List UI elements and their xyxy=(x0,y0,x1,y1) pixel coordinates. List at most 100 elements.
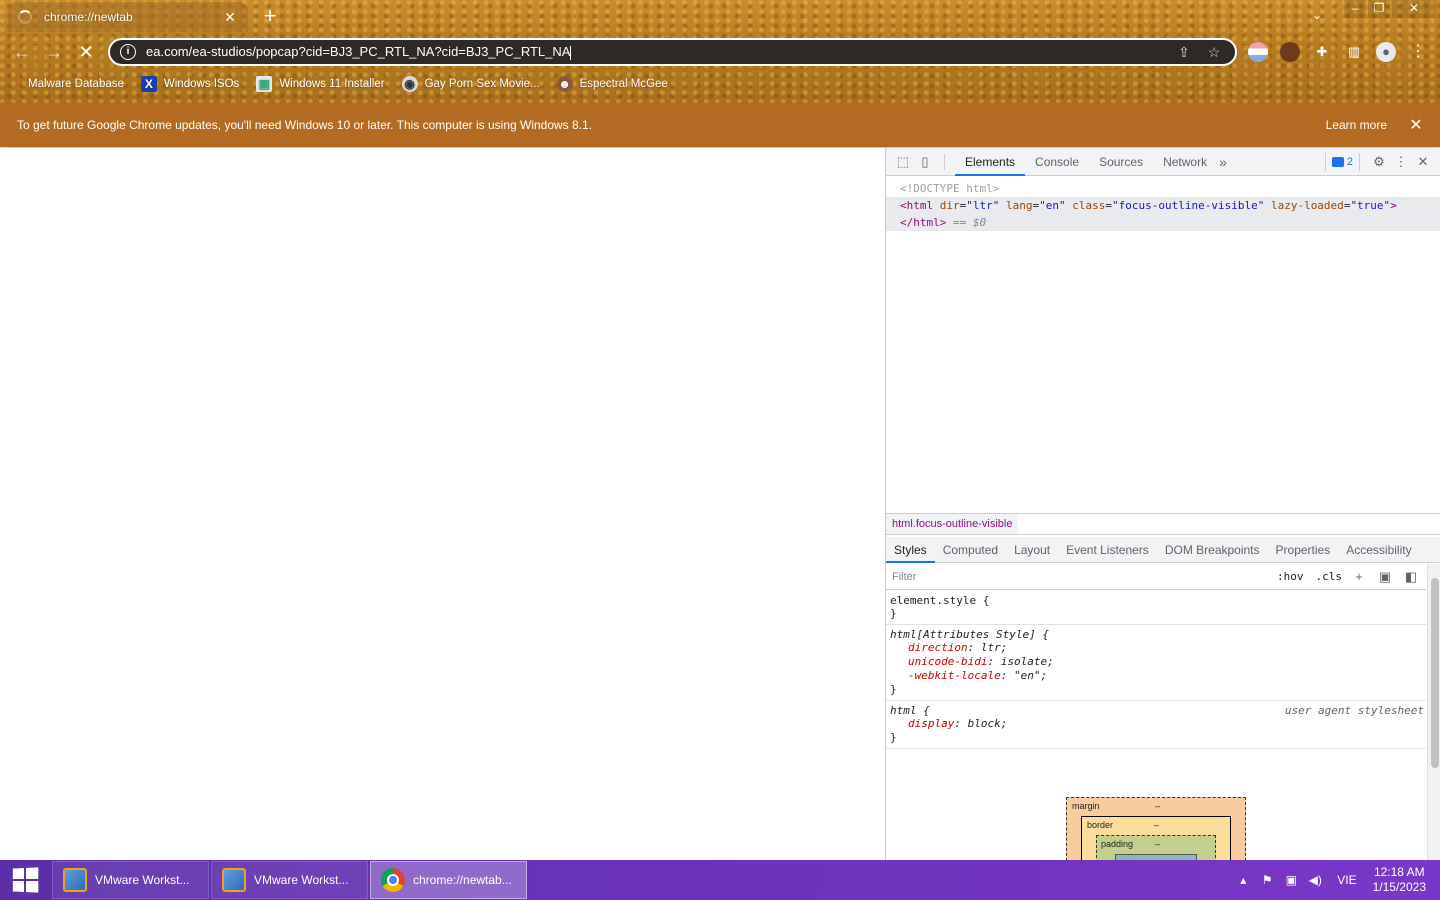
network-icon[interactable]: ▣ xyxy=(1279,873,1303,887)
bookmark-star-icon[interactable]: ☆ xyxy=(1203,44,1225,61)
profile-icon[interactable]: ● xyxy=(1376,42,1396,62)
new-tab-button[interactable]: + xyxy=(258,5,282,28)
tab-layout[interactable]: Layout xyxy=(1006,537,1058,563)
device-toggle-icon[interactable]: ▯ xyxy=(914,151,936,173)
tab-accessibility[interactable]: Accessibility xyxy=(1338,537,1419,563)
new-rule-plus-icon[interactable]: + xyxy=(1350,569,1368,584)
margin-value[interactable]: – xyxy=(1155,801,1160,811)
window-close-icon[interactable]: ✕ xyxy=(1392,0,1436,18)
minimize-icon[interactable]: – xyxy=(1344,0,1366,18)
hov-button[interactable]: :hov xyxy=(1277,570,1304,583)
css-declaration[interactable]: -webkit-locale: "en"; xyxy=(890,669,1422,683)
restore-icon[interactable]: ❐ xyxy=(1368,0,1390,18)
infobar-close-icon[interactable]: ✕ xyxy=(1409,115,1423,135)
breadcrumb-item[interactable]: html.focus-outline-visible xyxy=(886,514,1019,534)
styles-filter-input[interactable] xyxy=(892,570,1265,583)
attr-name: class xyxy=(1072,199,1106,212)
devtools-menu-icon[interactable]: ⋮ xyxy=(1390,151,1412,173)
inspect-element-icon[interactable]: ⬚ xyxy=(892,151,914,173)
prop-name: -webkit-locale xyxy=(908,669,1001,682)
bookmark-espectral-mcgee[interactable]: ☻ Espectral McGee xyxy=(556,76,668,92)
extensions-puzzle-icon[interactable]: ✚ xyxy=(1312,42,1332,62)
start-button[interactable] xyxy=(0,860,50,900)
rule-html[interactable]: html { user agent stylesheet display: bl… xyxy=(886,701,1426,749)
bookmark-windows-11-installer[interactable]: ▣ Windows 11 Installer xyxy=(256,76,385,92)
tab-elements[interactable]: Elements xyxy=(955,148,1026,176)
attr-value: "focus-outline-visible" xyxy=(1112,199,1265,212)
tab-event-listeners[interactable]: Event Listeners xyxy=(1058,537,1157,563)
attr-name: dir xyxy=(939,199,960,212)
tab-network[interactable]: Network xyxy=(1153,148,1217,176)
scrollbar-thumb[interactable] xyxy=(1431,578,1439,768)
bookmark-label: Espectral McGee xyxy=(579,78,668,90)
tab-console[interactable]: Console xyxy=(1025,148,1089,176)
tab-computed[interactable]: Computed xyxy=(935,537,1006,563)
prop-value: "en"; xyxy=(1013,669,1048,682)
site-info-icon[interactable]: i xyxy=(120,44,136,60)
attr-name: lang xyxy=(1006,199,1033,212)
taskbar-clock[interactable]: 12:18 AM 1/15/2023 xyxy=(1373,865,1426,895)
rule-attributes-style[interactable]: html[Attributes Style] { direction: ltr;… xyxy=(886,625,1426,701)
toggle-sidebar-icon[interactable]: ◧ xyxy=(1402,569,1420,585)
tab-close-icon[interactable]: ✕ xyxy=(222,9,238,26)
styles-filter-row: :hov .cls + ▣ ◧ xyxy=(886,564,1426,590)
settings-gear-icon[interactable]: ⚙ xyxy=(1368,151,1390,173)
padding-label: padding xyxy=(1101,839,1134,849)
taskbar-item-vmware-2[interactable]: VMware Workst... xyxy=(211,861,368,899)
input-language[interactable]: VIE xyxy=(1337,873,1356,887)
vmware-icon xyxy=(61,867,89,893)
share-icon[interactable]: ⇪ xyxy=(1173,44,1195,61)
bookmark-windows-isos[interactable]: X Windows ISOs xyxy=(140,76,239,92)
bookmark-site[interactable]: ◉ Gay Porn Sex Movie... xyxy=(401,76,540,92)
cls-button[interactable]: .cls xyxy=(1316,570,1343,583)
extension-flag-icon[interactable] xyxy=(1248,42,1268,62)
html-close-tag: </html> xyxy=(900,216,947,229)
taskbar-item-chrome[interactable]: chrome://newtab... xyxy=(370,861,527,899)
back-icon[interactable]: ← xyxy=(10,40,34,64)
border-value[interactable]: – xyxy=(1154,820,1159,830)
html-close-node[interactable]: </html> == $0 xyxy=(886,214,1440,231)
toolbar-divider xyxy=(944,153,945,170)
tab-newtab[interactable]: chrome://newtab ✕ xyxy=(8,2,248,32)
taskbar-item-vmware-1[interactable]: VMware Workst... xyxy=(52,861,209,899)
extension-avatar-icon[interactable] xyxy=(1280,42,1300,62)
learn-more-link[interactable]: Learn more xyxy=(1326,118,1387,132)
paint-icon[interactable]: ▣ xyxy=(1376,569,1394,585)
rule-close-brace: } xyxy=(890,731,897,744)
devtools-close-icon[interactable]: ✕ xyxy=(1412,151,1434,173)
prop-name: direction xyxy=(908,641,968,654)
stop-reload-icon[interactable]: ✕ xyxy=(74,40,98,64)
prop-value: ltr; xyxy=(980,641,1008,654)
rule-selector: html[Attributes Style] { xyxy=(890,628,1049,641)
tray-chevron-up-icon[interactable]: ▴ xyxy=(1231,873,1255,887)
rule-close-brace: } xyxy=(890,607,897,620)
volume-icon[interactable]: ◀) xyxy=(1303,873,1327,887)
tab-search-chevron-icon[interactable]: ⌄ xyxy=(1312,8,1322,22)
bookmark-dot-icon xyxy=(14,76,22,92)
more-tabs-chevron-icon[interactable]: » xyxy=(1219,154,1227,170)
omnibox[interactable]: i ea.com/ea-studios/popcap?cid=BJ3_PC_RT… xyxy=(108,38,1237,66)
rule-element-style[interactable]: element.style { } xyxy=(886,591,1426,625)
menu-kebab-icon[interactable]: ⋮ xyxy=(1408,42,1428,62)
padding-value[interactable]: – xyxy=(1155,839,1160,849)
styles-scrollbar[interactable] xyxy=(1427,564,1440,860)
css-declaration[interactable]: unicode-bidi: isolate; xyxy=(890,655,1422,669)
action-center-flag-icon[interactable]: ⚑ xyxy=(1255,873,1279,887)
box-model-diagram: margin – border – padding – xyxy=(1066,797,1246,864)
side-panel-icon[interactable]: ▥ xyxy=(1344,42,1364,62)
doctype-node[interactable]: <!DOCTYPE html> xyxy=(886,180,1440,197)
issues-counter[interactable]: 2 xyxy=(1324,152,1360,171)
bookmark-malware-database[interactable]: Malware Database xyxy=(14,76,124,92)
tab-styles[interactable]: Styles xyxy=(886,537,935,563)
tab-dom-breakpoints[interactable]: DOM Breakpoints xyxy=(1157,537,1268,563)
forward-icon[interactable]: → xyxy=(42,40,66,64)
taskbar-item-label: VMware Workst... xyxy=(95,873,190,887)
windows-taskbar: VMware Workst... VMware Workst... chrome… xyxy=(0,860,1440,900)
tab-sources[interactable]: Sources xyxy=(1089,148,1153,176)
issues-count: 2 xyxy=(1346,155,1353,168)
html-node[interactable]: <html dir="ltr" lang="en" class="focus-o… xyxy=(886,197,1440,214)
omnibox-url[interactable]: ea.com/ea-studios/popcap?cid=BJ3_PC_RTL_… xyxy=(146,44,1165,60)
css-declaration[interactable]: display: block; xyxy=(890,717,1422,731)
css-declaration[interactable]: direction: ltr; xyxy=(890,641,1422,655)
tab-properties[interactable]: Properties xyxy=(1268,537,1339,563)
